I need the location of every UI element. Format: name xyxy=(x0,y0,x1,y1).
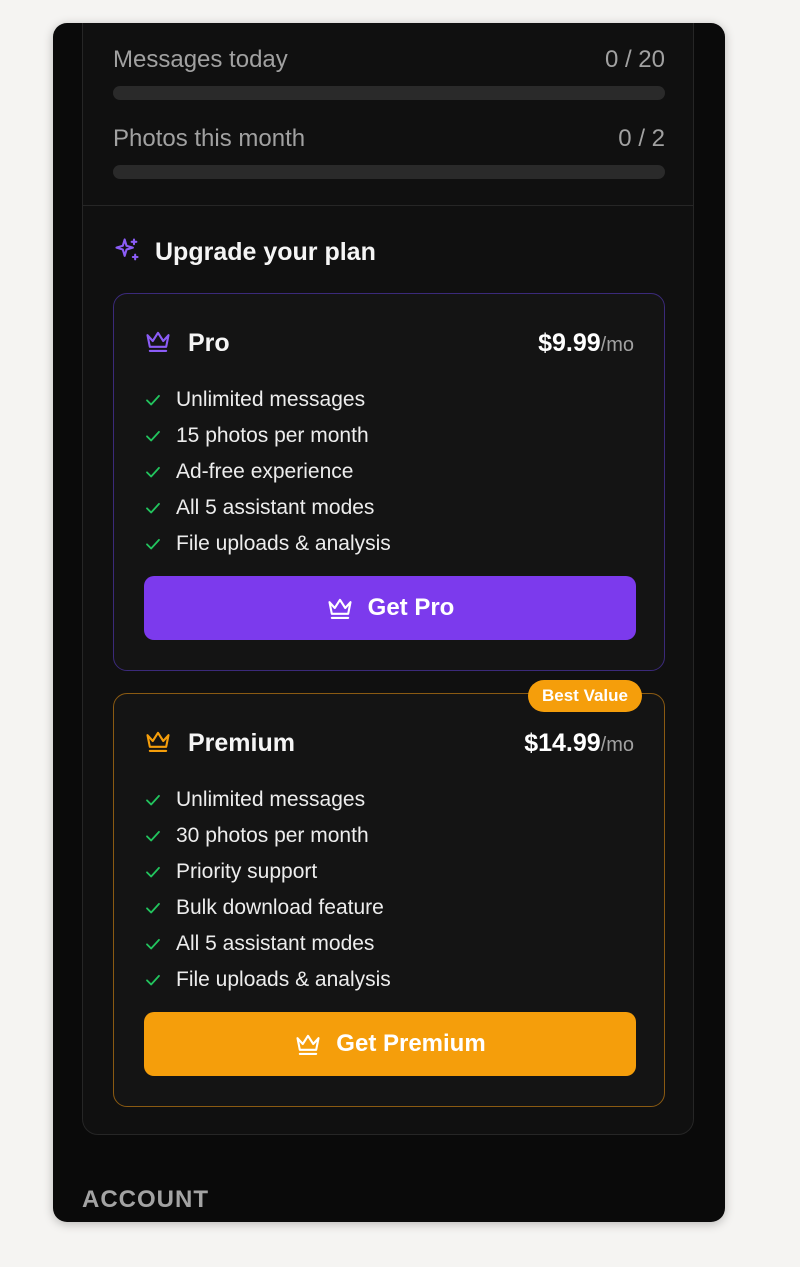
check-icon xyxy=(146,902,160,914)
feature-item: 15 photos per month xyxy=(144,418,391,454)
usage-photos: Photos this month 0 / 2 xyxy=(113,125,665,179)
sparkles-icon xyxy=(113,236,141,269)
plan-price: $14.99/mo xyxy=(524,729,634,758)
check-icon xyxy=(146,538,160,550)
get-pro-button[interactable]: Get Pro xyxy=(144,576,636,640)
feature-item: Unlimited messages xyxy=(144,382,391,418)
upgrade-header: Upgrade your plan xyxy=(113,236,376,269)
usage-messages: Messages today 0 / 20 xyxy=(113,46,665,100)
feature-item: All 5 assistant modes xyxy=(144,490,391,526)
check-icon xyxy=(146,866,160,878)
feature-item: All 5 assistant modes xyxy=(144,926,391,962)
best-value-badge: Best Value xyxy=(528,680,642,712)
plan-premium: Best Value Premium $14.99/mo Unlimited m… xyxy=(113,680,665,1107)
price-period: /mo xyxy=(600,734,634,756)
usage-label: Photos this month xyxy=(113,125,306,152)
upgrade-title: Upgrade your plan xyxy=(155,238,376,266)
check-icon xyxy=(146,794,160,806)
check-icon xyxy=(146,430,160,442)
plan-name: Premium xyxy=(188,729,295,757)
check-icon xyxy=(146,830,160,842)
price-period: /mo xyxy=(600,334,634,356)
check-icon xyxy=(146,466,160,478)
feature-item: 30 photos per month xyxy=(144,818,391,854)
plan-price: $9.99/mo xyxy=(538,329,634,358)
crown-icon xyxy=(144,728,172,759)
progress-bar xyxy=(113,86,665,100)
button-label: Get Pro xyxy=(367,594,455,621)
usage-value: 0 / 20 xyxy=(604,46,665,73)
check-icon xyxy=(146,394,160,406)
feature-item: Ad-free experience xyxy=(144,454,391,490)
check-icon xyxy=(146,974,160,986)
feature-item: Unlimited messages xyxy=(144,782,391,818)
button-label: Get Premium xyxy=(336,1030,486,1057)
plan-name: Pro xyxy=(188,329,230,357)
price-amount: $14.99 xyxy=(524,729,601,757)
feature-item: File uploads & analysis xyxy=(144,962,391,998)
crown-icon xyxy=(144,328,172,359)
plan-pro: Pro $9.99/mo Unlimited messages 15 photo… xyxy=(113,293,665,671)
feature-item: File uploads & analysis xyxy=(144,526,391,562)
check-icon xyxy=(146,502,160,514)
feature-list: Unlimited messages 30 photos per month P… xyxy=(144,782,391,998)
usage-label: Messages today xyxy=(113,46,288,73)
check-icon xyxy=(146,938,160,950)
plan-card: Messages today 0 / 20 Photos this month … xyxy=(82,23,694,1135)
settings-panel: Messages today 0 / 20 Photos this month … xyxy=(53,23,725,1222)
usage-value: 0 / 2 xyxy=(618,125,665,152)
progress-bar xyxy=(113,165,665,179)
divider xyxy=(83,205,693,206)
feature-item: Bulk download feature xyxy=(144,890,391,926)
crown-icon xyxy=(296,1034,320,1055)
price-amount: $9.99 xyxy=(538,329,601,357)
feature-item: Priority support xyxy=(144,854,391,890)
get-premium-button[interactable]: Get Premium xyxy=(144,1012,636,1076)
crown-icon xyxy=(328,598,352,619)
feature-list: Unlimited messages 15 photos per month A… xyxy=(144,382,391,562)
account-section-label: ACCOUNT xyxy=(82,1186,209,1213)
